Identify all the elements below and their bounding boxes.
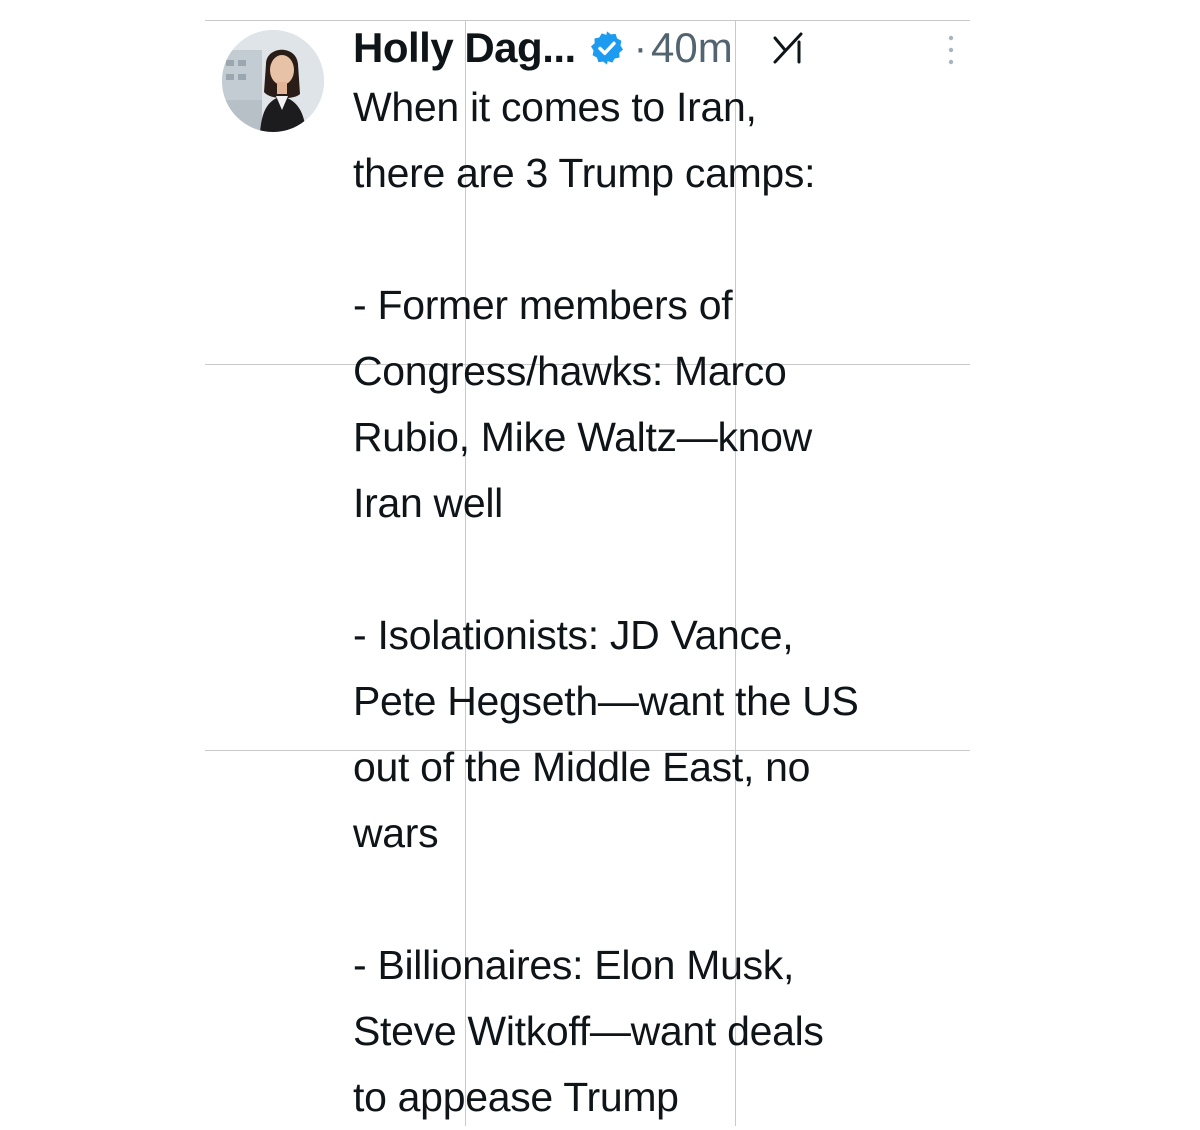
verified-badge-icon — [588, 29, 626, 67]
grok-icon[interactable] — [771, 30, 807, 66]
timestamp[interactable]: 40m — [651, 24, 733, 72]
tweet-line: - Isolationists: JD Vance, — [353, 612, 794, 658]
tweet-line: Iran well — [353, 480, 503, 526]
tweet-paragraph: - Billionaires: Elon Musk, Steve Witkoff… — [353, 932, 993, 1130]
tweet-line: - Billionaires: Elon Musk, — [353, 942, 795, 988]
tweet-line: out of the Middle East, no — [353, 744, 811, 790]
tweet-line: Steve Witkoff—want deals — [353, 1008, 824, 1054]
tweet-paragraph: - Isolationists: JD Vance, Pete Hegseth—… — [353, 602, 993, 866]
tweet-line: When it comes to Iran, — [353, 84, 757, 130]
tweet-line: Pete Hegseth—want the US — [353, 678, 859, 724]
tweet-header: Holly Dag... · 40m — [353, 20, 807, 76]
author-name[interactable]: Holly Dag... — [353, 24, 576, 72]
tweet-line: wars — [353, 810, 439, 856]
avatar-photo — [222, 30, 324, 132]
more-options-icon[interactable] — [943, 32, 959, 68]
tweet-line: Congress/hawks: Marco — [353, 348, 787, 394]
tweet-line: to appease Trump — [353, 1074, 679, 1120]
tweet-line: Rubio, Mike Waltz—know — [353, 414, 812, 460]
tweet-line: there are 3 Trump camps: — [353, 150, 816, 196]
avatar[interactable] — [222, 30, 324, 132]
tweet-line: - Former members of — [353, 282, 733, 328]
tweet-text: When it comes to Iran, there are 3 Trump… — [353, 74, 993, 1130]
tweet-paragraph: - Former members of Congress/hawks: Marc… — [353, 272, 993, 536]
separator-dot: · — [633, 25, 648, 70]
tweet-paragraph: When it comes to Iran, there are 3 Trump… — [353, 74, 993, 206]
